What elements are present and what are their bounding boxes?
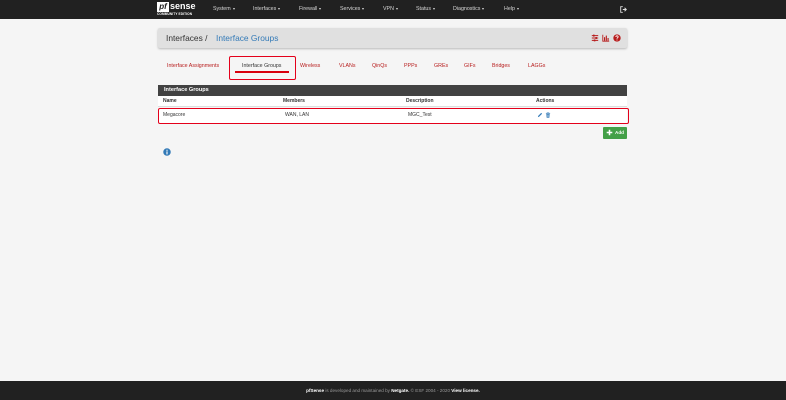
add-button-label: Add — [615, 130, 624, 135]
nav-status[interactable]: Status — [416, 0, 436, 19]
tab-laggs[interactable]: LAGGs — [528, 56, 545, 78]
nav-label: Interfaces — [253, 6, 277, 12]
nav-interfaces[interactable]: Interfaces — [253, 0, 281, 19]
nav-help[interactable]: Help — [504, 0, 519, 19]
top-navbar: pf sense COMMUNITY EDITION System Interf… — [0, 0, 786, 19]
sliders-icon[interactable] — [591, 34, 599, 42]
caret-down-icon — [433, 7, 436, 10]
footer-text: is developed and maintained by — [324, 388, 392, 393]
caret-down-icon — [362, 7, 365, 10]
column-header-actions: Actions — [536, 98, 555, 104]
table-header: Name Members Description Actions — [158, 96, 627, 107]
nav-services[interactable]: Services — [340, 0, 365, 19]
plus-icon — [606, 129, 613, 136]
footer-license-link[interactable]: View license. — [451, 388, 480, 393]
brand-name: sense — [170, 1, 196, 11]
nav-system[interactable]: System — [213, 0, 235, 19]
tab-gres[interactable]: GREs — [434, 56, 448, 78]
caret-down-icon — [319, 7, 322, 10]
caret-down-icon — [232, 7, 235, 10]
sign-out-icon[interactable] — [620, 6, 627, 13]
tab-wireless[interactable]: Wireless — [300, 56, 320, 78]
tab-ppps[interactable]: PPPs — [404, 56, 417, 78]
row-highlight-box — [158, 108, 629, 124]
breadcrumb: Interfaces / Interface Groups — [158, 28, 627, 48]
column-header-members: Members — [283, 98, 305, 104]
panel-title: Interface Groups — [158, 85, 627, 96]
nav-label: Diagnostics — [453, 6, 481, 12]
footer-company-link[interactable]: Netgate. — [391, 388, 409, 393]
tab-gifs[interactable]: GIFs — [464, 56, 475, 78]
question-circle-icon[interactable] — [613, 34, 621, 42]
tab-highlight-box — [229, 56, 296, 80]
tab-bridges[interactable]: Bridges — [492, 56, 510, 78]
brand-edition: COMMUNITY EDITION — [157, 12, 193, 16]
footer-copyright: © ESF 2004 - 2020 — [409, 388, 452, 393]
nav-label: System — [213, 6, 231, 12]
nav-vpn[interactable]: VPN — [383, 0, 398, 19]
tab-vlans[interactable]: VLANs — [339, 56, 356, 78]
breadcrumb-icons — [591, 34, 621, 42]
caret-down-icon — [482, 7, 485, 10]
pfsense-logo[interactable]: pf sense COMMUNITY EDITION — [157, 1, 203, 17]
caret-down-icon — [395, 7, 398, 10]
tab-interface-assignments[interactable]: Interface Assignments — [167, 56, 219, 78]
nav-label: Firewall — [299, 6, 318, 12]
brand-logo-mark: pf — [157, 2, 169, 12]
column-header-description: Description — [406, 98, 434, 104]
bar-chart-icon[interactable] — [602, 34, 610, 42]
footer-product: pfSense — [306, 388, 325, 393]
nav-label: VPN — [383, 6, 394, 12]
caret-down-icon — [278, 7, 281, 10]
nav-diagnostics[interactable]: Diagnostics — [453, 0, 485, 19]
tab-qinqs[interactable]: QinQs — [372, 56, 387, 78]
caret-down-icon — [516, 7, 519, 10]
page-footer: pfSense is developed and maintained by N… — [0, 381, 786, 400]
breadcrumb-parent[interactable]: Interfaces / — [166, 33, 207, 43]
nav-firewall[interactable]: Firewall — [299, 0, 322, 19]
nav-label: Status — [416, 6, 432, 12]
add-button[interactable]: Add — [603, 127, 627, 139]
nav-label: Help — [504, 6, 515, 12]
info-circle-icon[interactable] — [163, 148, 171, 156]
column-header-name: Name — [163, 98, 177, 104]
breadcrumb-current[interactable]: Interface Groups — [216, 33, 278, 43]
nav-label: Services — [340, 6, 361, 12]
